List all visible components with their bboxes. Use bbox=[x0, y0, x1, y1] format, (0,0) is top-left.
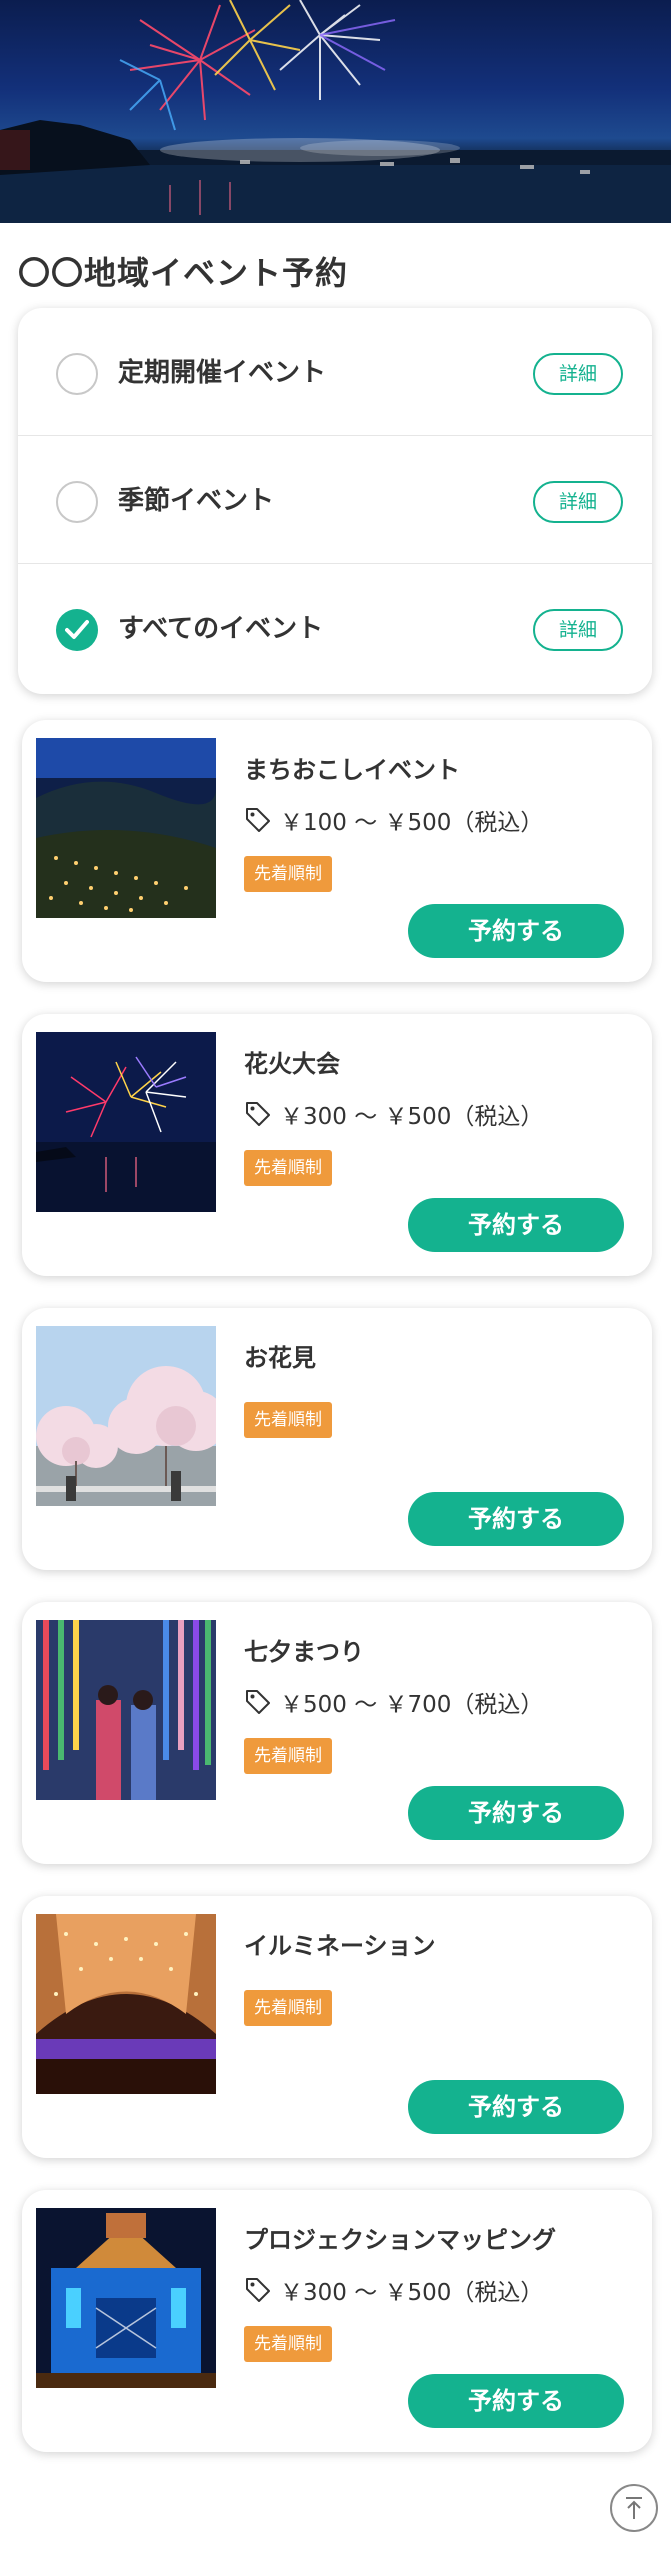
arrow-up-to-top-icon bbox=[626, 2497, 642, 2519]
filter-label: 季節イベント bbox=[118, 486, 275, 516]
reserve-button[interactable]: 予約する bbox=[408, 1198, 624, 1252]
event-image bbox=[36, 738, 216, 918]
price-row: ￥100 〜 ￥500（税込） bbox=[244, 804, 543, 836]
price-tag-icon bbox=[246, 808, 270, 832]
price-tag-icon bbox=[246, 1102, 270, 1126]
event-card: イルミネーション 先着順制 予約する bbox=[22, 1896, 652, 2158]
fireworks-image bbox=[36, 1032, 216, 1212]
event-image bbox=[36, 1032, 216, 1212]
event-image bbox=[36, 2208, 216, 2388]
scroll-to-top-button[interactable] bbox=[610, 2484, 658, 2532]
price-text: ￥300 〜 ￥500（税込） bbox=[280, 2280, 544, 2306]
price-row: ￥500 〜 ￥700（税込） bbox=[244, 1686, 543, 1718]
event-name: イルミネーション bbox=[244, 1932, 436, 1960]
tanabata-decorations-image bbox=[36, 1620, 216, 1800]
first-come-badge: 先着順制 bbox=[244, 1990, 332, 2026]
filter-label: すべてのイベント bbox=[118, 614, 324, 644]
reserve-button[interactable]: 予約する bbox=[408, 904, 624, 958]
filter-label: 定期開催イベント bbox=[118, 358, 327, 388]
price-text: ￥300 〜 ￥500（税込） bbox=[280, 1104, 544, 1130]
light-tunnel-image bbox=[36, 1914, 216, 2094]
event-name: まちおこしイベント bbox=[244, 756, 460, 784]
first-come-badge: 先着順制 bbox=[244, 1150, 332, 1186]
cherry-blossoms-image bbox=[36, 1326, 216, 1506]
price-text: ￥500 〜 ￥700（税込） bbox=[280, 1692, 544, 1718]
first-come-badge: 先着順制 bbox=[244, 2326, 332, 2362]
event-filter-card: 定期開催イベント 詳細 季節イベント 詳細 すべてのイベント 詳細 bbox=[18, 308, 652, 694]
price-tag-icon bbox=[246, 1690, 270, 1714]
filter-option-seasonal[interactable]: 季節イベント 詳細 bbox=[18, 436, 652, 564]
event-name: 花火大会 bbox=[244, 1050, 340, 1078]
event-image bbox=[36, 1914, 216, 2094]
reserve-button[interactable]: 予約する bbox=[408, 2080, 624, 2134]
fireworks-banner-image bbox=[0, 0, 671, 223]
first-come-badge: 先着順制 bbox=[244, 1402, 332, 1438]
radio-button[interactable] bbox=[56, 353, 98, 395]
detail-button[interactable]: 詳細 bbox=[533, 353, 623, 395]
check-icon bbox=[65, 620, 89, 639]
projection-building-image bbox=[36, 2208, 216, 2388]
price-row: ￥300 〜 ￥500（税込） bbox=[244, 2274, 543, 2306]
page-title: 〇〇地域イベント予約 bbox=[18, 254, 349, 292]
filter-option-regular[interactable]: 定期開催イベント 詳細 bbox=[18, 308, 652, 436]
detail-button[interactable]: 詳細 bbox=[533, 481, 623, 523]
event-card: 七夕まつり ￥500 〜 ￥700（税込） 先着順制 予約する bbox=[22, 1602, 652, 1864]
event-name: お花見 bbox=[244, 1344, 316, 1372]
first-come-badge: 先着順制 bbox=[244, 856, 332, 892]
event-card: 花火大会 ￥300 〜 ￥500（税込） 先着順制 予約する bbox=[22, 1014, 652, 1276]
event-image bbox=[36, 1620, 216, 1800]
price-text: ￥100 〜 ￥500（税込） bbox=[280, 810, 544, 836]
radio-button[interactable] bbox=[56, 481, 98, 523]
detail-button[interactable]: 詳細 bbox=[533, 609, 623, 651]
price-row: ￥300 〜 ￥500（税込） bbox=[244, 1098, 543, 1130]
event-name: プロジェクションマッピング bbox=[244, 2226, 556, 2254]
event-card: プロジェクションマッピング ￥300 〜 ￥500（税込） 先着順制 予約する bbox=[22, 2190, 652, 2452]
price-tag-icon bbox=[246, 2278, 270, 2302]
reserve-button[interactable]: 予約する bbox=[408, 1786, 624, 1840]
rice-terrace-lanterns-image bbox=[36, 738, 216, 918]
radio-button-checked[interactable] bbox=[56, 609, 98, 651]
hero-banner bbox=[0, 0, 671, 223]
first-come-badge: 先着順制 bbox=[244, 1738, 332, 1774]
event-name: 七夕まつり bbox=[244, 1638, 364, 1666]
event-image bbox=[36, 1326, 216, 1506]
filter-option-all[interactable]: すべてのイベント 詳細 bbox=[18, 564, 652, 692]
reserve-button[interactable]: 予約する bbox=[408, 1492, 624, 1546]
event-card: お花見 先着順制 予約する bbox=[22, 1308, 652, 1570]
event-card: まちおこしイベント ￥100 〜 ￥500（税込） 先着順制 予約する bbox=[22, 720, 652, 982]
reserve-button[interactable]: 予約する bbox=[408, 2374, 624, 2428]
